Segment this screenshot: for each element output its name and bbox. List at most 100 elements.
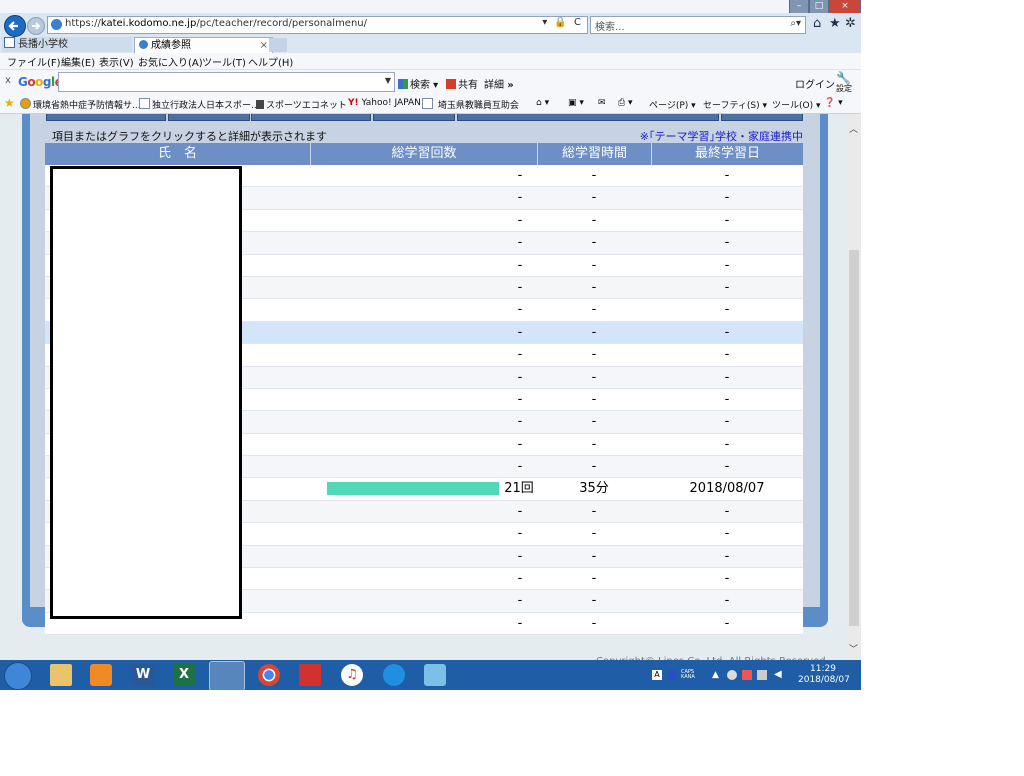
- forward-button[interactable]: [27, 17, 45, 35]
- search-input[interactable]: 検索... ⌕▾: [590, 16, 806, 34]
- star-icon[interactable]: ★: [829, 16, 841, 31]
- outlook-icon[interactable]: [383, 664, 405, 686]
- menu-help[interactable]: ヘルプ(H): [248, 54, 293, 69]
- time-cell: -: [591, 414, 597, 430]
- system-clock[interactable]: 11:29 2018/08/07: [798, 664, 850, 686]
- time-cell: -: [591, 571, 597, 587]
- google-icon: [398, 79, 408, 89]
- page-menu[interactable]: ページ(P) ▾: [649, 98, 696, 111]
- new-tab-button[interactable]: [269, 38, 287, 52]
- chrome-icon[interactable]: [258, 664, 280, 686]
- feeds-icon[interactable]: ▣ ▾: [568, 98, 584, 108]
- safety-menu[interactable]: セーフティ(S) ▾: [703, 98, 767, 111]
- time-cell: -: [591, 593, 597, 609]
- scroll-thumb[interactable]: [849, 250, 859, 626]
- menu-edit[interactable]: 編集(E): [61, 54, 95, 69]
- share-button[interactable]: 共有: [446, 76, 478, 91]
- header-last-date[interactable]: 最終学習日: [652, 143, 803, 165]
- media-player-icon[interactable]: [90, 664, 112, 686]
- fav-mutual-aid[interactable]: 埼玉県教職員互助会: [422, 98, 519, 111]
- fav-sport-council[interactable]: 独立行政法人日本スポー...: [139, 98, 260, 111]
- top-button-6[interactable]: [721, 114, 803, 121]
- vertical-scrollbar[interactable]: ︿ ﹀: [847, 114, 861, 660]
- internet-explorer-icon[interactable]: [209, 661, 245, 690]
- share-icon: [446, 79, 456, 89]
- display-icon[interactable]: [757, 670, 767, 680]
- time-cell: -: [591, 347, 597, 363]
- top-button-3[interactable]: [251, 114, 371, 121]
- maximize-button[interactable]: □: [809, 0, 829, 14]
- top-button-1[interactable]: [46, 114, 166, 121]
- count-cell: -: [517, 235, 523, 251]
- tool-icon[interactable]: [424, 664, 446, 686]
- ime-icon[interactable]: A: [652, 670, 662, 680]
- volume-icon[interactable]: ◀: [774, 670, 784, 680]
- menu-tools[interactable]: ツール(T): [202, 54, 246, 69]
- home-icon[interactable]: ⌂: [813, 16, 821, 31]
- google-search-input[interactable]: ▼: [58, 72, 395, 92]
- clock-date: 2018/08/07: [798, 675, 850, 685]
- close-toolbar-icon[interactable]: x: [5, 75, 11, 86]
- date-cell: -: [724, 459, 730, 475]
- menu-favorites[interactable]: お気に入り(A): [138, 54, 203, 69]
- count-cell: -: [517, 391, 523, 407]
- gear-icon[interactable]: ✲: [845, 16, 856, 31]
- scroll-down-icon[interactable]: ﹀: [849, 642, 858, 655]
- favorites-star-icon[interactable]: ★: [4, 96, 15, 110]
- flag-icon[interactable]: [742, 670, 752, 680]
- url-text: https://katei.kodomo.ne.jp/pc/teacher/re…: [65, 18, 368, 29]
- tab-grades[interactable]: 成績参照 ×: [134, 37, 273, 53]
- back-button[interactable]: [4, 15, 26, 37]
- explorer-icon[interactable]: [50, 664, 72, 686]
- word-icon[interactable]: W: [132, 664, 154, 686]
- date-range-button[interactable]: [457, 114, 719, 121]
- search-icon[interactable]: ⌕▾: [790, 18, 801, 29]
- count-cell: -: [517, 324, 523, 340]
- tools-menu[interactable]: ツール(O) ▾: [772, 98, 821, 111]
- time-cell: -: [591, 279, 597, 295]
- menu-file[interactable]: ファイル(F): [7, 54, 61, 69]
- tab-school[interactable]: 長播小学校: [2, 37, 132, 52]
- top-button-2[interactable]: [168, 114, 250, 121]
- help-icon[interactable]: ❓ ▾: [824, 98, 843, 108]
- header-name[interactable]: 氏 名: [45, 143, 311, 165]
- dropdown-icon[interactable]: ▼: [385, 76, 391, 85]
- fav-sports-econet[interactable]: スポーツエコネット: [256, 98, 347, 111]
- minimize-button[interactable]: –: [789, 0, 809, 14]
- date-cell: -: [724, 391, 730, 407]
- settings-label[interactable]: 設定: [836, 83, 852, 94]
- date-cell: -: [724, 615, 730, 631]
- fav-yahoo[interactable]: Y! Yahoo! JAPAN: [348, 98, 421, 108]
- network-icon[interactable]: [727, 670, 737, 680]
- close-window-button[interactable]: ×: [829, 0, 861, 14]
- time-cell: -: [591, 615, 597, 631]
- google-search-button[interactable]: 検索 ▾: [398, 76, 438, 91]
- count-cell: -: [517, 190, 523, 206]
- chevron-up-icon[interactable]: ▲: [712, 670, 722, 680]
- itunes-icon[interactable]: ♫: [341, 664, 363, 686]
- google-logo: Google: [18, 75, 63, 89]
- address-input[interactable]: https://katei.kodomo.ne.jp/pc/teacher/re…: [47, 16, 588, 34]
- address-tools[interactable]: ▾ 🔒 C: [542, 17, 583, 28]
- mail-icon[interactable]: ✉: [598, 98, 606, 108]
- close-tab-icon[interactable]: ×: [260, 38, 268, 53]
- header-total-count[interactable]: 総学習回数: [311, 143, 538, 165]
- fav-heatstroke[interactable]: 環境省熱中症予防情報サ...: [20, 98, 141, 111]
- excel-icon[interactable]: X: [173, 664, 195, 686]
- start-button[interactable]: [4, 662, 32, 690]
- more-button[interactable]: 詳細 »: [484, 76, 514, 91]
- theme-learning-link[interactable]: ※｢テーマ学習｣学校・家庭連携中: [640, 128, 803, 144]
- login-button[interactable]: ログイン: [795, 76, 835, 91]
- time-cell: -: [591, 391, 597, 407]
- home-cmd-icon[interactable]: ⌂ ▾: [536, 98, 549, 108]
- ime-mode-icon[interactable]: [667, 670, 677, 680]
- print-icon[interactable]: ⎙ ▾: [618, 98, 633, 108]
- top-button-4[interactable]: [373, 114, 455, 121]
- count-bar[interactable]: [327, 482, 500, 496]
- scroll-up-icon[interactable]: ︿: [849, 122, 858, 135]
- count-cell: -: [517, 526, 523, 542]
- header-total-time[interactable]: 総学習時間: [538, 143, 652, 165]
- menu-view[interactable]: 表示(V): [99, 54, 134, 69]
- app-icon[interactable]: [299, 664, 321, 686]
- date-cell: -: [724, 279, 730, 295]
